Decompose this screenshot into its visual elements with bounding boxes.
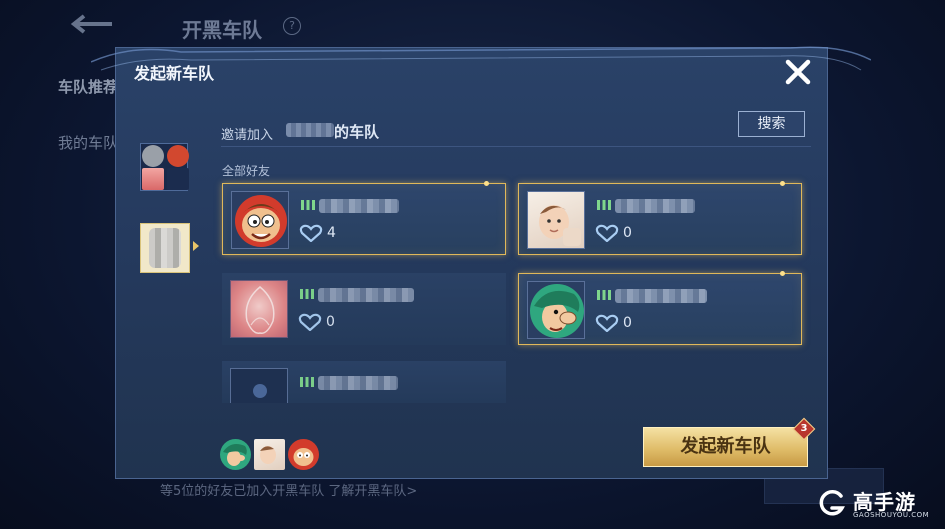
default-avatar: [230, 368, 288, 403]
friend-card-4[interactable]: 0: [518, 271, 802, 345]
member-slot-3: [142, 168, 164, 190]
back-arrow-icon[interactable]: [70, 12, 116, 36]
friend-card-1[interactable]: 4: [222, 181, 506, 255]
heart-count: 0: [623, 225, 632, 241]
member-slot-4: [167, 168, 189, 190]
friend-card-2[interactable]: 0: [518, 181, 802, 255]
friend-card-3[interactable]: 0: [222, 273, 506, 345]
close-icon: [785, 59, 811, 85]
heart-icon: [595, 224, 619, 242]
invite-name-redacted: [286, 123, 334, 137]
watermark: 高手游 GAOSHOUYOU.COM: [817, 486, 942, 526]
selected-members-row: [220, 439, 319, 471]
friend-name-redacted: [615, 199, 695, 213]
friend-name-redacted: [318, 288, 414, 302]
watermark-subtext: GAOSHOUYOU.COM: [853, 511, 930, 519]
tab-my-team[interactable]: 我的车队: [58, 132, 118, 153]
close-button[interactable]: [780, 54, 816, 90]
search-button[interactable]: 搜索: [738, 111, 805, 137]
heart-count: 0: [623, 315, 632, 331]
selected-member-green-hair[interactable]: [220, 439, 251, 470]
green-hair-cartoon-avatar: [527, 281, 585, 339]
pink-avatar: [230, 280, 288, 338]
team-sidebar: [116, 48, 216, 480]
new-team-dialog: 发起新车队 邀请加入 的车队 搜索 全部好友 4 0 0 0 发起新车队 3: [91, 46, 871, 480]
watermark-logo-icon: [819, 490, 845, 516]
heart-icon: [595, 314, 619, 332]
member-slot-2: [167, 145, 189, 167]
header-divider: [221, 146, 811, 147]
tab-team-recommend[interactable]: 车队推荐: [58, 76, 118, 97]
selected-team-avatar[interactable]: [140, 223, 190, 273]
help-icon[interactable]: ?: [283, 17, 301, 35]
rank-icon: [300, 289, 314, 299]
heart-count: 0: [326, 314, 335, 330]
rank-icon: [597, 200, 611, 210]
rank-icon: [301, 200, 315, 210]
launch-count-number: 3: [800, 423, 808, 434]
launch-new-team-button[interactable]: 发起新车队: [643, 427, 808, 467]
selected-indicator-arrow: [193, 241, 199, 251]
invite-prefix: 邀请加入: [221, 128, 274, 143]
background-info-text[interactable]: 等5位的好友已加入开黑车队 了解开黑车队>: [160, 480, 417, 499]
background-page-title: 开黑车队: [182, 18, 262, 42]
baby-photo-avatar: [527, 191, 585, 249]
cartoon-boy-avatar: [231, 191, 289, 249]
friend-name-redacted: [319, 199, 399, 213]
member-slot-1: [142, 145, 164, 167]
heart-icon: [298, 313, 322, 331]
selected-member-baby-photo[interactable]: [254, 439, 285, 470]
selected-member-cartoon-boy[interactable]: [288, 439, 319, 470]
rank-icon: [300, 377, 314, 387]
friend-card-5[interactable]: [222, 361, 506, 403]
friends-section-label: 全部好友: [222, 164, 271, 178]
rank-icon: [597, 290, 611, 300]
blurred-avatar-image: [149, 228, 181, 268]
team-member-grid[interactable]: [140, 143, 189, 191]
heart-count: 4: [327, 225, 336, 241]
heart-icon: [299, 224, 323, 242]
invite-suffix: 的车队: [334, 123, 380, 141]
friend-name-redacted: [615, 289, 707, 303]
friend-name-redacted: [318, 376, 398, 390]
